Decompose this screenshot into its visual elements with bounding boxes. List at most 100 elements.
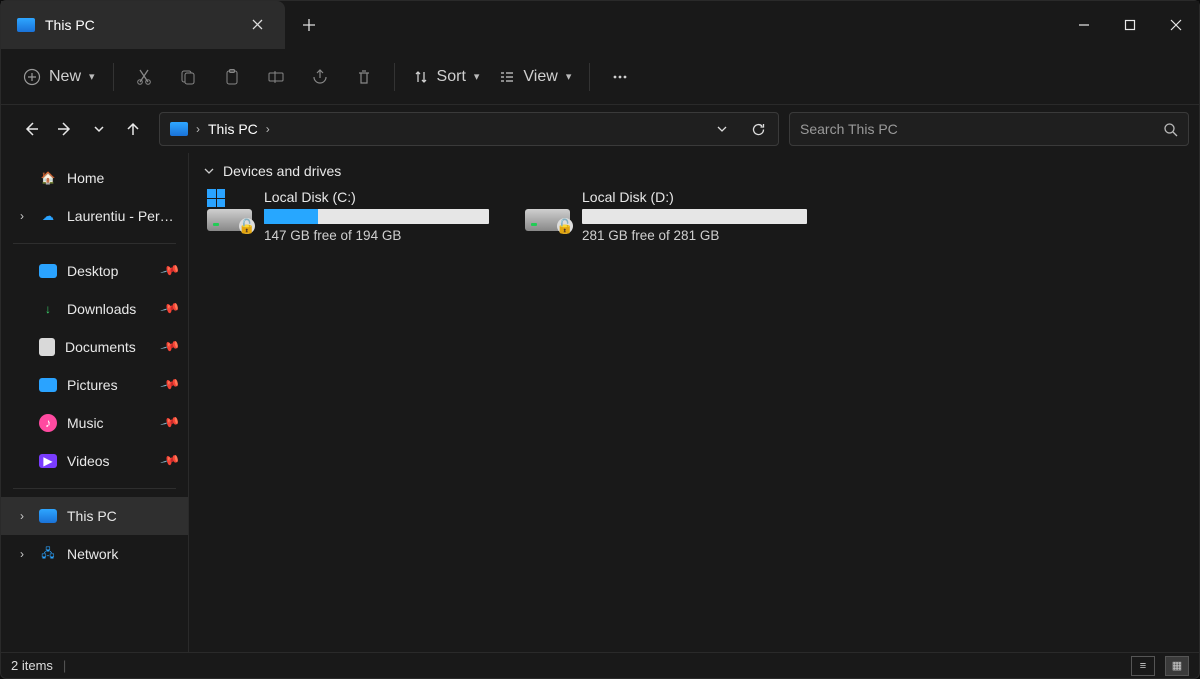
delete-icon	[355, 68, 373, 86]
new-tab-button[interactable]	[285, 1, 333, 49]
sidebar-item-this-pc[interactable]: › This PC	[1, 497, 188, 535]
arrow-left-icon	[23, 121, 39, 137]
search-input[interactable]	[800, 121, 1163, 137]
cut-button[interactable]	[124, 59, 164, 95]
chevron-right-icon[interactable]: ›	[15, 209, 29, 223]
download-icon: ↓	[39, 300, 57, 318]
view-label: View	[523, 68, 557, 86]
sidebar-item-documents[interactable]: Documents 📌	[1, 328, 188, 366]
unlock-icon: 🔓	[239, 218, 255, 234]
pc-icon	[170, 122, 188, 136]
tab-title: This PC	[45, 17, 95, 33]
sidebar-item-downloads[interactable]: ↓ Downloads 📌	[1, 290, 188, 328]
new-label: New	[49, 68, 81, 86]
share-icon	[311, 68, 329, 86]
up-button[interactable]	[117, 113, 149, 145]
minimize-button[interactable]	[1061, 1, 1107, 49]
refresh-icon	[751, 122, 766, 137]
tiles-view-button[interactable]: ▦	[1165, 656, 1189, 676]
sort-button[interactable]: Sort ▾	[405, 59, 488, 95]
view-button[interactable]: View ▾	[491, 59, 579, 95]
sidebar-item-network[interactable]: › 🖧 Network	[1, 535, 188, 573]
refresh-button[interactable]	[744, 115, 772, 143]
delete-button[interactable]	[344, 59, 384, 95]
window-controls	[1061, 1, 1199, 49]
drive-item[interactable]: 🔓 Local Disk (C:) 147 GB free of 194 GB	[203, 187, 493, 245]
drive-name: Local Disk (C:)	[264, 189, 489, 205]
details-view-button[interactable]: ≡	[1131, 656, 1155, 676]
drive-item[interactable]: 🔓 Local Disk (D:) 281 GB free of 281 GB	[521, 187, 811, 245]
chevron-right-icon[interactable]: ›	[15, 509, 29, 523]
network-icon: 🖧	[39, 545, 57, 563]
music-icon: ♪	[39, 414, 57, 432]
paste-icon	[223, 68, 241, 86]
chevron-right-icon: ›	[196, 122, 200, 136]
body: 🏠 Home › ☁ Laurentiu - Personal Desktop …	[1, 153, 1199, 652]
more-button[interactable]	[600, 59, 640, 95]
item-count: 2 items	[11, 658, 53, 673]
close-icon	[252, 19, 263, 30]
group-header[interactable]: Devices and drives	[203, 163, 1185, 179]
sidebar-divider	[13, 243, 176, 244]
chevron-right-icon[interactable]: ›	[15, 547, 29, 561]
chevron-down-icon	[203, 165, 215, 177]
sort-label: Sort	[437, 68, 466, 86]
drive-icon: 🔓	[207, 189, 252, 231]
back-button[interactable]	[15, 113, 47, 145]
videos-icon: ▶	[39, 454, 57, 468]
new-icon	[23, 68, 41, 86]
home-icon: 🏠	[39, 169, 57, 187]
search-box[interactable]	[789, 112, 1189, 146]
nav-buttons	[15, 113, 149, 145]
tab-this-pc[interactable]: This PC	[1, 1, 285, 49]
copy-icon	[179, 68, 197, 86]
status-bar: 2 items | ≡ ▦	[1, 652, 1199, 678]
recent-button[interactable]	[83, 113, 115, 145]
document-icon	[39, 338, 55, 356]
breadcrumb[interactable]: This PC	[208, 121, 258, 137]
sidebar-item-label: Home	[67, 170, 178, 186]
chevron-down-icon	[92, 122, 106, 136]
sidebar: 🏠 Home › ☁ Laurentiu - Personal Desktop …	[1, 153, 189, 652]
drive-free-text: 147 GB free of 194 GB	[264, 228, 489, 243]
title-bar: This PC	[1, 1, 1199, 49]
rename-button[interactable]	[256, 59, 296, 95]
chevron-down-icon: ▾	[474, 70, 480, 83]
drive-usage-bar	[582, 209, 807, 224]
sidebar-item-desktop[interactable]: Desktop 📌	[1, 252, 188, 290]
group-label: Devices and drives	[223, 163, 341, 179]
sidebar-item-music[interactable]: ♪ Music 📌	[1, 404, 188, 442]
drives-list: 🔓 Local Disk (C:) 147 GB free of 194 GB 🔓 Lo…	[203, 187, 1185, 245]
new-button[interactable]: New ▾	[15, 59, 103, 95]
forward-button[interactable]	[49, 113, 81, 145]
drive-name: Local Disk (D:)	[582, 189, 807, 205]
plus-icon	[302, 18, 316, 32]
windows-badge-icon	[207, 189, 225, 207]
address-bar[interactable]: › This PC ›	[159, 112, 779, 146]
more-icon	[611, 68, 629, 86]
cloud-icon: ☁	[39, 207, 57, 225]
sidebar-item-onedrive[interactable]: › ☁ Laurentiu - Personal	[1, 197, 188, 235]
maximize-button[interactable]	[1107, 1, 1153, 49]
sidebar-item-pictures[interactable]: Pictures 📌	[1, 366, 188, 404]
sidebar-item-home[interactable]: 🏠 Home	[1, 159, 188, 197]
copy-button[interactable]	[168, 59, 208, 95]
arrow-right-icon	[57, 121, 73, 137]
close-icon	[1170, 19, 1182, 31]
drive-free-text: 281 GB free of 281 GB	[582, 228, 807, 243]
paste-button[interactable]	[212, 59, 252, 95]
chevron-down-icon	[716, 123, 728, 135]
tab-close-button[interactable]	[245, 12, 271, 38]
desktop-icon	[39, 264, 57, 278]
share-button[interactable]	[300, 59, 340, 95]
chevron-right-icon: ›	[266, 122, 270, 136]
address-history-button[interactable]	[708, 115, 736, 143]
sidebar-item-videos[interactable]: ▶ Videos 📌	[1, 442, 188, 480]
close-window-button[interactable]	[1153, 1, 1199, 49]
chevron-down-icon: ▾	[89, 70, 95, 83]
drive-icon: 🔓	[525, 189, 570, 231]
minimize-icon	[1078, 19, 1090, 31]
pictures-icon	[39, 378, 57, 392]
rename-icon	[267, 68, 285, 86]
navigation-row: › This PC ›	[1, 105, 1199, 153]
